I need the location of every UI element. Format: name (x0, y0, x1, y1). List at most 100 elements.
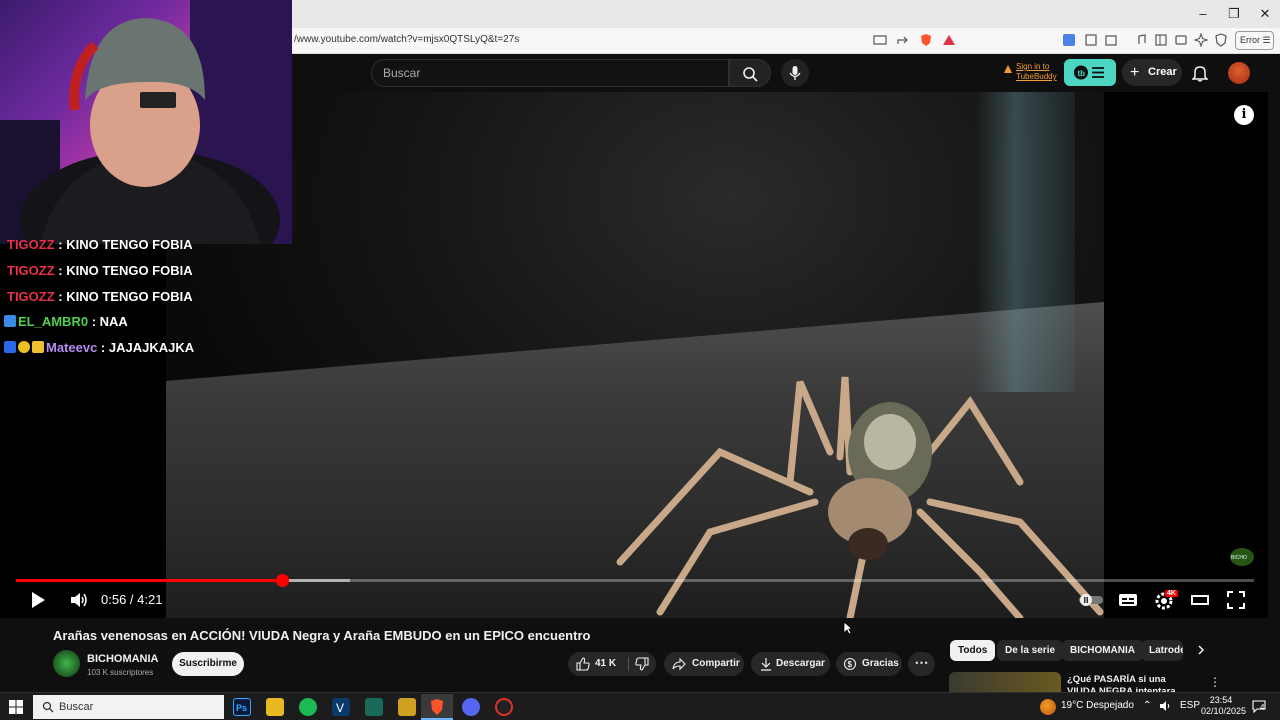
notification-center-icon[interactable]: 4 (1252, 699, 1266, 713)
clock-time: 23:54 (1209, 695, 1233, 705)
info-icon[interactable]: i (1234, 105, 1254, 125)
music-icon[interactable] (1134, 33, 1150, 49)
url-field[interactable]: /www.youtube.com/watch?v=mjsx0QTSLyQ&t=2… (294, 34, 519, 45)
thanks-button[interactable]: $ Gracias (836, 652, 902, 676)
mouse-cursor-icon (843, 621, 853, 635)
chat-text: : NAA (88, 314, 128, 329)
obs-icon[interactable] (495, 698, 513, 716)
thanks-label: Gracias (862, 658, 899, 669)
search-button[interactable] (729, 59, 771, 87)
create-button[interactable]: + Crear (1122, 59, 1182, 86)
download-manager-icon[interactable] (365, 698, 383, 716)
play-icon[interactable] (30, 591, 46, 609)
badge-icon (4, 341, 16, 353)
brave-taskbar-button[interactable] (421, 694, 453, 720)
windows-start-icon[interactable] (9, 700, 23, 714)
extensions-icon[interactable] (1084, 33, 1100, 49)
brave-rewards-icon[interactable] (942, 33, 958, 49)
chat-message: Mateevc : JAJAJKAJKA (4, 340, 194, 355)
league-icon[interactable] (398, 698, 416, 716)
chip-de-la-serie[interactable]: De la serie (997, 640, 1064, 661)
subscribe-button[interactable]: Suscribirme (172, 652, 244, 676)
volume-icon[interactable] (69, 591, 89, 609)
dislike-button[interactable] (632, 652, 656, 676)
spotify-icon[interactable] (299, 698, 317, 716)
weather-text[interactable]: 19°C Despejado (1061, 700, 1134, 711)
tab-search-icon[interactable] (1104, 33, 1120, 49)
warning-icon (1004, 65, 1012, 73)
translate-icon[interactable] (1062, 33, 1078, 49)
recommendation-thumbnail[interactable] (949, 672, 1061, 692)
brave-shield-icon[interactable] (919, 33, 935, 49)
chat-username: TIGOZZ (7, 237, 55, 252)
menu-icon: ☰ (1262, 35, 1271, 45)
sidebar-icon[interactable] (1154, 33, 1170, 49)
recommendation-menu-icon[interactable]: ⋮ (1209, 675, 1221, 689)
vegas-icon[interactable]: V (332, 698, 350, 716)
chip-latrodectus[interactable]: Latrode (1141, 640, 1183, 661)
tubebuddy-signin-link[interactable]: Sign in to TubeBuddy (1004, 62, 1057, 82)
progress-scrubber[interactable] (275, 574, 289, 587)
chevron-right-icon[interactable] (1196, 644, 1206, 656)
more-actions-icon[interactable]: ⋯ (908, 652, 935, 676)
share-icon[interactable] (896, 33, 912, 49)
leo-ai-icon[interactable] (1194, 33, 1210, 49)
channel-name[interactable]: BICHOMANIA (87, 653, 159, 665)
account-avatar[interactable] (1228, 62, 1250, 84)
brave-icon (431, 699, 443, 715)
svg-text:Ps: Ps (236, 703, 247, 713)
time-display: 0:56 / 4:21 (101, 592, 163, 607)
download-button[interactable]: Descargar (751, 652, 830, 676)
wallet-icon[interactable] (1174, 33, 1190, 49)
search-input[interactable]: Buscar (371, 59, 729, 87)
notification-count: 4 (1260, 703, 1265, 712)
share-button[interactable]: Compartir (664, 652, 744, 676)
divider (628, 657, 629, 671)
download-label: Descargar (776, 658, 825, 669)
fullscreen-icon[interactable] (1227, 591, 1245, 609)
cast-icon[interactable] (873, 33, 889, 49)
discord-icon[interactable] (462, 698, 480, 716)
weather-icon[interactable] (1040, 699, 1056, 715)
subtitles-icon[interactable] (1118, 592, 1138, 608)
taskbar-search-icon (42, 701, 54, 713)
tubebuddy-menu-button[interactable]: tb (1064, 59, 1116, 86)
clock[interactable]: 23:54 02/10/2025 (1201, 695, 1246, 717)
chat-username: TIGOZZ (7, 289, 55, 304)
error-button[interactable]: Error ☰ (1235, 31, 1274, 50)
recommendation-title[interactable]: ¿Qué PASARÍA si una VIUDA NEGRA intentar… (1067, 674, 1197, 692)
thumbs-down-icon (635, 657, 649, 671)
autoplay-toggle[interactable] (1078, 593, 1104, 607)
notifications-bell-icon[interactable] (1192, 64, 1208, 82)
close-icon[interactable]: ✕ (1250, 4, 1280, 24)
channel-watermark[interactable]: BICHO (1228, 545, 1256, 569)
volume-tray-icon[interactable] (1159, 700, 1172, 712)
minimize-icon[interactable]: – (1188, 4, 1218, 24)
svg-text:tb: tb (1078, 69, 1086, 78)
taskbar-search-input[interactable]: Buscar (33, 695, 224, 719)
tray-chevron-up-icon[interactable]: ⌃ (1143, 700, 1151, 711)
share-arrow-icon (672, 657, 686, 671)
photoshop-icon[interactable]: Ps (233, 698, 251, 716)
file-explorer-icon[interactable] (266, 698, 284, 716)
chat-text: : KINO TENGO FOBIA (54, 263, 193, 278)
badge-icon (4, 315, 16, 327)
theater-mode-icon[interactable] (1191, 593, 1209, 607)
chat-text: : KINO TENGO FOBIA (54, 289, 193, 304)
settings-gear-icon[interactable]: 4K (1154, 590, 1180, 610)
chip-todos[interactable]: Todos (950, 640, 996, 661)
plus-icon: + (1130, 64, 1140, 81)
chat-message: TIGOZZ : KINO TENGO FOBIA (7, 237, 193, 252)
chat-text: : KINO TENGO FOBIA (54, 237, 193, 252)
voice-search-button[interactable] (781, 59, 809, 87)
chip-bichomania[interactable]: BICHOMANIA (1062, 640, 1143, 661)
windows-taskbar: Buscar Ps V 19°C Despejado ⌃ ESP 23:54 0… (0, 692, 1280, 720)
like-button[interactable]: 41 K (568, 652, 628, 676)
super-thanks-icon: $ (843, 657, 857, 671)
like-dislike-group: 41 K (568, 652, 656, 676)
share-label: Compartir (692, 658, 740, 669)
language-indicator[interactable]: ESP (1180, 700, 1200, 711)
vpn-icon[interactable] (1214, 33, 1230, 49)
channel-avatar[interactable] (53, 650, 80, 677)
restore-icon[interactable]: ❐ (1219, 4, 1249, 24)
